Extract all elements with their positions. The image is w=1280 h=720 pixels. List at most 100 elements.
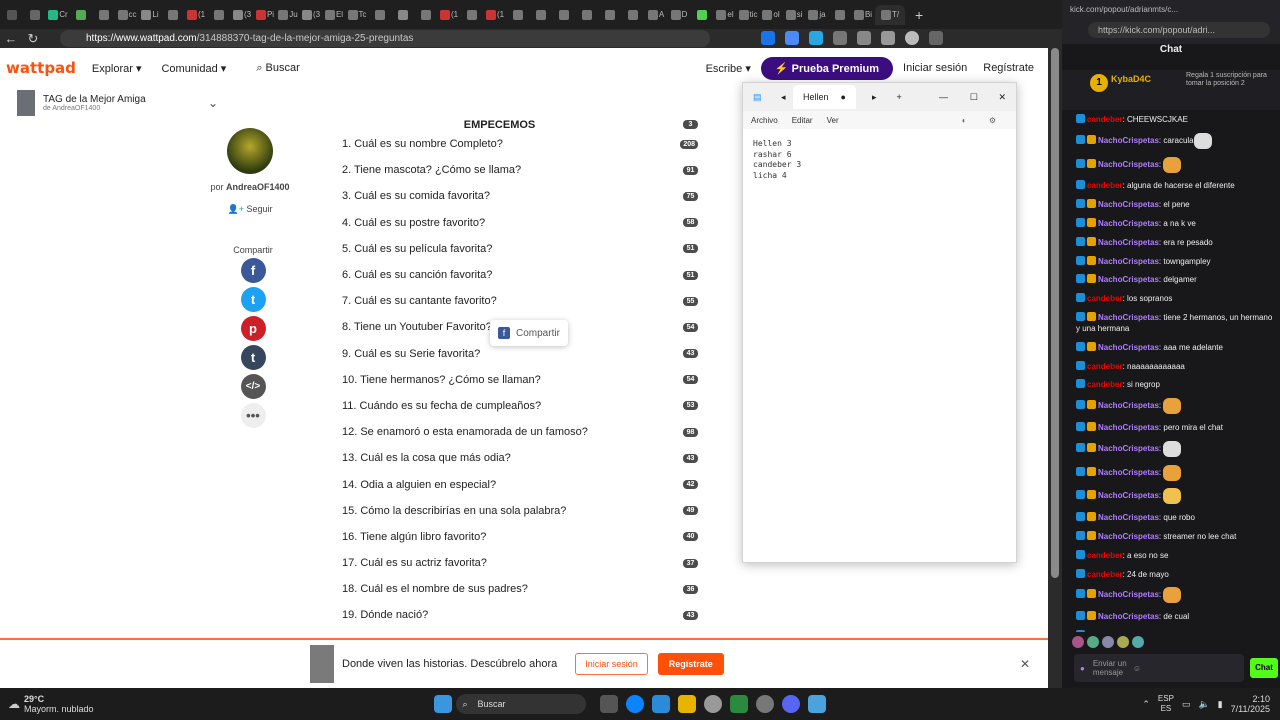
windows-start-icon[interactable]	[433, 695, 452, 713]
author-avatar[interactable]	[227, 128, 273, 174]
file-explorer-icon[interactable]	[677, 695, 696, 713]
weather-widget[interactable]: ☁ 29°C Mayorm. nublado	[8, 694, 94, 714]
comment-count-badge[interactable]: 91	[683, 165, 698, 175]
chat-username[interactable]: candeber	[1087, 115, 1123, 124]
new-tab-button[interactable]: +	[915, 7, 923, 23]
chevron-up-icon[interactable]: ⌃	[1142, 699, 1150, 710]
comment-count-badge[interactable]: 98	[683, 427, 698, 437]
chat-username[interactable]: candeber	[1087, 362, 1123, 371]
browser-tab[interactable]	[93, 5, 115, 25]
language-indicator[interactable]: ESP ES	[1158, 694, 1174, 714]
emote-icon[interactable]	[1072, 636, 1084, 648]
chat-address-bar[interactable]: https://kick.com/popout/adri...	[1088, 22, 1270, 38]
browser-tab[interactable]	[530, 5, 552, 25]
chat-input[interactable]: ● Enviar un mensaje ☺	[1074, 654, 1244, 682]
back-icon[interactable]: ←	[0, 31, 22, 46]
page-scrollbar[interactable]	[1048, 48, 1062, 688]
chat-username[interactable]: NachoCrispetas	[1098, 612, 1159, 621]
chat-username[interactable]: NachoCrispetas	[1098, 590, 1159, 599]
volume-icon[interactable]: 🔈	[1198, 699, 1209, 710]
comment-count-badge[interactable]: 43	[683, 453, 698, 463]
browser-tab[interactable]: cc	[116, 5, 138, 25]
browser-tab[interactable]: (3	[231, 5, 253, 25]
notepad-menu-item[interactable]: Ver	[827, 116, 839, 125]
comment-count-badge[interactable]: 3	[683, 120, 698, 129]
chat-username[interactable]: NachoCrispetas	[1098, 423, 1159, 432]
comment-count-badge[interactable]: 36	[683, 584, 698, 594]
chat-username[interactable]: NachoCrispetas	[1098, 343, 1159, 352]
chat-username[interactable]: NachoCrispetas	[1098, 200, 1159, 209]
tumblr-icon[interactable]: t	[240, 345, 266, 370]
browser-tab[interactable]	[369, 5, 391, 25]
browser-tab[interactable]: ja	[806, 5, 828, 25]
browser-tab[interactable]	[553, 5, 575, 25]
comment-count-badge[interactable]: 40	[683, 532, 698, 542]
chat-username[interactable]: NachoCrispetas	[1098, 491, 1159, 500]
browser-tab[interactable]	[24, 5, 46, 25]
emote-icon[interactable]	[1087, 636, 1099, 648]
comment-count-badge[interactable]: 53	[683, 401, 698, 411]
browser-tab[interactable]: El	[323, 5, 345, 25]
extension-icon[interactable]	[761, 31, 775, 45]
tab-prev-icon[interactable]: ◂	[781, 92, 786, 103]
comment-count-badge[interactable]: 42	[683, 480, 698, 490]
premium-button[interactable]: ⚡ Prueba Premium	[760, 56, 894, 80]
chat-username[interactable]: candeber	[1087, 181, 1123, 190]
share-tooltip[interactable]: f Compartir	[490, 320, 568, 346]
comment-count-badge[interactable]: 49	[683, 506, 698, 516]
maximize-button[interactable]: ☐	[970, 92, 978, 103]
browser-tab[interactable]	[599, 5, 621, 25]
browser-tab[interactable]	[829, 5, 851, 25]
chat-username[interactable]: NachoCrispetas	[1098, 219, 1159, 228]
notepad-text-area[interactable]: Hellen 3 rashar 6 candeber 3 licha 4	[753, 139, 801, 181]
explore-menu[interactable]: Explorar ▾	[92, 62, 142, 75]
send-chat-button[interactable]: Chat	[1250, 658, 1278, 678]
emote-icon[interactable]	[1117, 636, 1129, 648]
browser-tab[interactable]: A	[645, 5, 667, 25]
pinned-gift-banner[interactable]: 1 KybaD4C Regala 1 suscripción para toma…	[1062, 70, 1280, 110]
store-icon[interactable]	[651, 695, 670, 713]
browser-tab[interactable]	[70, 5, 92, 25]
browser-tab[interactable]: Ju	[277, 5, 299, 25]
edge-icon[interactable]	[625, 695, 644, 713]
browser-tab[interactable]	[461, 5, 483, 25]
browser-tab[interactable]: Pi	[254, 5, 276, 25]
browser-tab[interactable]	[691, 5, 713, 25]
more-dots-icon[interactable]: •••	[240, 403, 266, 428]
extension-icon[interactable]	[809, 31, 823, 45]
chat-username[interactable]: NachoCrispetas	[1098, 136, 1159, 145]
browser-tab[interactable]	[507, 5, 529, 25]
chat-username[interactable]: NachoCrispetas	[1098, 468, 1159, 477]
embed-code-icon[interactable]: </>	[240, 374, 266, 399]
comment-count-badge[interactable]: 37	[683, 558, 698, 568]
tab-next-icon[interactable]: ▸	[872, 92, 877, 103]
author-name[interactable]: AndreaOF1400	[226, 182, 290, 192]
browser-tab[interactable]: (3	[300, 5, 322, 25]
comment-count-badge[interactable]: 43	[683, 349, 698, 359]
browser-tab[interactable]	[1, 5, 23, 25]
scrollbar-thumb[interactable]	[1051, 48, 1059, 578]
facebook-icon[interactable]: f	[240, 258, 266, 283]
search-button[interactable]: ⌕ Buscar	[256, 62, 299, 75]
browser-tab[interactable]: Bi	[852, 5, 874, 25]
comment-count-badge[interactable]: 75	[683, 191, 698, 201]
discord-icon[interactable]	[781, 695, 800, 713]
monitor-icon[interactable]: ▭	[1182, 699, 1191, 710]
chat-username[interactable]: NachoCrispetas	[1098, 238, 1159, 247]
browser-tab[interactable]: si	[783, 5, 805, 25]
wattpad-logo[interactable]: wattpad	[6, 59, 76, 77]
browser-tab[interactable]	[208, 5, 230, 25]
clock[interactable]: 2:10 7/11/2025	[1231, 694, 1270, 714]
chat-username[interactable]: candeber	[1087, 380, 1123, 389]
browser-tab[interactable]: D	[668, 5, 690, 25]
chat-username[interactable]: NachoCrispetas	[1098, 513, 1159, 522]
comment-count-badge[interactable]: 51	[683, 270, 698, 280]
browser-tab[interactable]: (1	[484, 5, 506, 25]
menu-dots-icon[interactable]	[929, 31, 943, 45]
browser-tab[interactable]: tic	[737, 5, 759, 25]
task-view-icon[interactable]	[599, 695, 618, 713]
twitter-icon[interactable]: t	[240, 287, 266, 312]
chat-username[interactable]: NachoCrispetas	[1098, 444, 1159, 453]
notepad-tab[interactable]: Hellen ●	[793, 85, 856, 109]
chat-username[interactable]: NachoCrispetas	[1098, 532, 1159, 541]
